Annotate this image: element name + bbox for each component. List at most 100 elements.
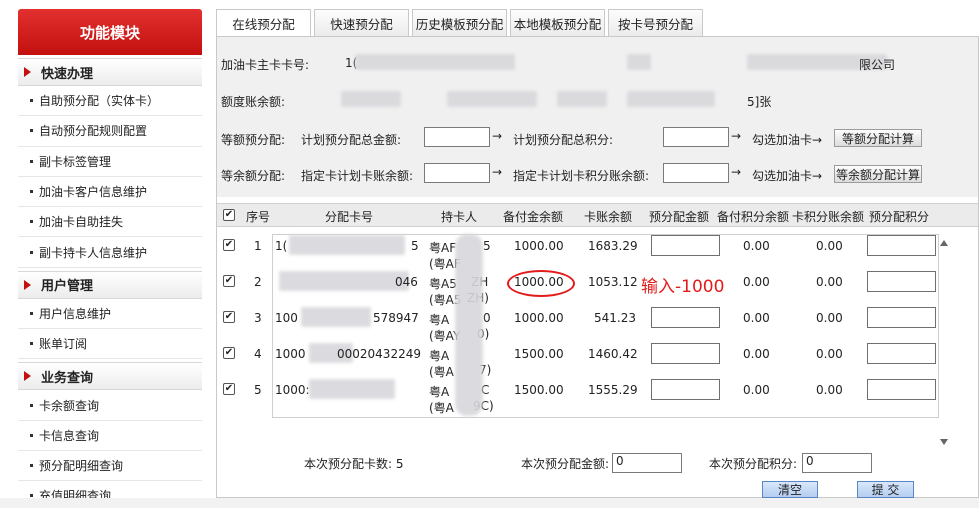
bullet-icon (30, 250, 33, 254)
tab-history-template[interactable]: 历史模板预分配 (412, 9, 507, 36)
tab-local-template[interactable]: 本地模板预分配 (510, 9, 605, 36)
sidebar: 功能模块 快速办理 自助预分配（实体卡） 自动预分配规则配置 副卡标签管理 加油… (18, 9, 202, 508)
allocation-points-input[interactable] (867, 379, 936, 400)
bullet-icon (30, 99, 33, 103)
allocation-points-label: 本次预分配积分: (709, 457, 798, 471)
tab-by-card-number[interactable]: 按卡号预分配 (608, 9, 703, 36)
row-card-tail: 046 (395, 275, 418, 289)
row-holder: 粤AF (429, 241, 457, 255)
bullet-icon (30, 494, 33, 498)
page-footer-strip (0, 498, 979, 508)
allocation-points-input[interactable] (867, 307, 936, 328)
submit-button[interactable]: 提 交 (857, 481, 914, 498)
arrow-icon: → (492, 129, 503, 143)
arrow-icon: → (492, 165, 503, 179)
nav-item-card-balance[interactable]: 卡余额查询 (18, 390, 202, 421)
row-holder: 粤A (429, 385, 450, 399)
select-card-label: 勾选加油卡→ (752, 169, 823, 183)
row-card: 100 (275, 311, 298, 325)
row-card-points: 0.00 (816, 311, 843, 325)
allocation-points-total[interactable]: 0 (802, 453, 872, 473)
col-header-allocation-points: 预分配积分 (869, 210, 930, 224)
row-reserve: 1500.00 (514, 347, 564, 361)
nav-item-card-info[interactable]: 卡信息查询 (18, 421, 202, 451)
nav-item-self-allocation[interactable]: 自助预分配（实体卡） (18, 86, 202, 117)
target-balance-label: 指定卡计划卡账余额: (301, 169, 414, 183)
allocation-amount-label: 本次预分配金额: (521, 457, 610, 471)
redacted-field (627, 54, 651, 70)
plan-points-label: 计划预分配总积分: (513, 133, 614, 147)
target-points-label: 指定卡计划卡积分账余额: (513, 169, 650, 183)
row-reserve: 1500.00 (514, 383, 564, 397)
arrow-icon: → (731, 129, 742, 143)
table-row: ✔ 2 046 粤A5 ZH (粤A5 ZH) 1000.00 1053.12 … (217, 268, 978, 307)
scroll-up-icon[interactable] (940, 240, 948, 246)
row-no: 1 (254, 239, 262, 253)
group-label: 业务查询 (41, 370, 94, 386)
row-checkbox[interactable]: ✔ (223, 239, 235, 251)
redacted-card (301, 307, 371, 327)
nav-item-card-tag[interactable]: 副卡标签管理 (18, 147, 202, 177)
bullet-icon (30, 464, 33, 468)
group-quick-service[interactable]: 快速办理 (18, 58, 202, 86)
scroll-down-icon[interactable] (940, 439, 948, 445)
row-checkbox[interactable]: ✔ (223, 347, 235, 359)
clear-button[interactable]: 清空 (762, 481, 818, 498)
tab-online-allocation[interactable]: 在线预分配 (216, 9, 311, 36)
row-checkbox[interactable]: ✔ (223, 311, 235, 323)
bullet-icon (30, 311, 33, 315)
nav-item-bill-subscription[interactable]: 账单订阅 (18, 329, 202, 360)
col-header-no: 序号 (246, 210, 271, 224)
equal-calc-button[interactable]: 等额分配计算 (834, 129, 922, 147)
allocation-amount-input[interactable] (651, 307, 720, 328)
col-header-card: 分配卡号 (325, 210, 374, 224)
table-row: ✔ 1 1( 5 粤AF 5 (粤AF 1000.00 1683.29 0.00… (217, 232, 978, 271)
allocation-amount-input[interactable] (651, 343, 720, 364)
group-user-management[interactable]: 用户管理 (18, 270, 202, 299)
plan-points-input[interactable] (663, 127, 729, 147)
allocation-amount-input[interactable] (651, 235, 720, 256)
quota-label: 额度账余额: (221, 95, 286, 109)
row-checkbox[interactable]: ✔ (223, 383, 235, 395)
allocation-amount-total[interactable]: 0 (612, 453, 682, 473)
bullet-icon (30, 159, 33, 163)
nav-item-self-report-loss[interactable]: 加油卡自助挂失 (18, 207, 202, 238)
group-business-query[interactable]: 业务查询 (18, 362, 202, 391)
nav-item-customer-info[interactable]: 加油卡客户信息维护 (18, 177, 202, 208)
redacted-card-number (355, 54, 515, 70)
row-reserve-points: 0.00 (743, 383, 770, 397)
group-label: 用户管理 (41, 279, 94, 295)
row-holder: 粤A (429, 313, 450, 327)
bullet-icon (30, 342, 33, 346)
col-header-allocation-amount: 预分配金额 (649, 210, 710, 224)
balance-calc-button[interactable]: 等余额分配计算 (834, 165, 922, 183)
allocation-count-label: 本次预分配卡数: 5 (304, 457, 404, 471)
row-card-tail: 578947 (373, 311, 419, 325)
bullet-icon (30, 190, 33, 194)
row-checkbox[interactable]: ✔ (223, 275, 235, 287)
nav-item-holder-info[interactable]: 副卡持卡人信息维护 (18, 237, 202, 268)
select-card-label: 勾选加油卡→ (752, 133, 823, 147)
tab-quick-allocation[interactable]: 快速预分配 (314, 9, 409, 36)
target-balance-input[interactable] (424, 163, 490, 183)
nav-item-user-info[interactable]: 用户信息维护 (18, 299, 202, 330)
table-row: ✔ 3 100 578947 粤A 0 (粤AY 0) 1000.00 541.… (217, 304, 978, 343)
row-reserve-points: 0.00 (743, 311, 770, 325)
highlight-oval (507, 270, 575, 297)
allocation-points-input[interactable] (867, 343, 936, 364)
allocation-points-input[interactable] (867, 271, 936, 292)
plan-total-label: 计划预分配总金额: (301, 133, 402, 147)
row-no: 3 (254, 311, 262, 325)
select-all-checkbox[interactable]: ✔ (223, 209, 235, 221)
row-balance: 1555.29 (588, 383, 638, 397)
plan-total-input[interactable] (424, 127, 490, 147)
redacted-quota (341, 91, 401, 107)
nav-item-auto-rule-config[interactable]: 自动预分配规则配置 (18, 116, 202, 147)
main-panel: 加油卡主卡卡号: 1( 限公司 额度账余额: 5]张 等额预分配: 计划预分配总… (216, 36, 979, 498)
nav-item-allocation-detail[interactable]: 预分配明细查询 (18, 451, 202, 482)
redacted-holder-column (455, 234, 483, 416)
redacted-card (309, 379, 395, 399)
allocation-amount-input[interactable] (651, 379, 720, 400)
target-points-input[interactable] (663, 163, 729, 183)
allocation-points-input[interactable] (867, 235, 936, 256)
